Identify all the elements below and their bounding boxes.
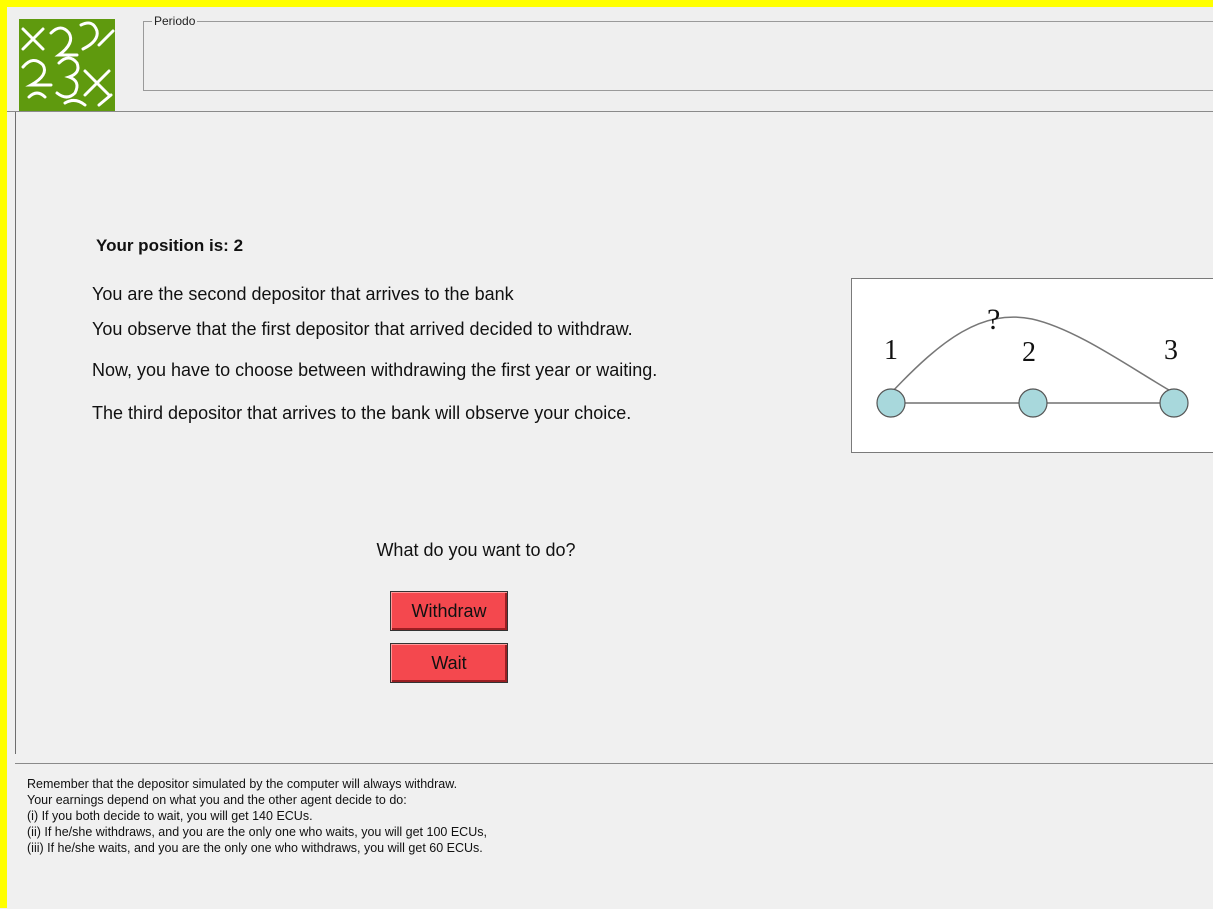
logo-pattern-icon xyxy=(21,21,115,107)
instruction-line-5: (iii) If he/she waits, and you are the o… xyxy=(27,841,483,855)
question-mark: ? xyxy=(987,303,1000,336)
depositor-node-1 xyxy=(876,388,906,418)
node-label-1: 1 xyxy=(884,335,898,366)
instruction-line-4: (ii) If he/she withdraws, and you are th… xyxy=(27,825,487,839)
yellow-frame-left xyxy=(0,0,7,908)
wait-button[interactable]: Wait xyxy=(390,643,508,683)
instructions-panel: Remember that the depositor simulated by… xyxy=(15,763,1213,909)
periodo-label: Periodo xyxy=(152,14,198,28)
depositor-node-3 xyxy=(1159,388,1189,418)
node-label-2: 2 xyxy=(1022,337,1036,368)
depositor-node-2 xyxy=(1018,388,1048,418)
info-line-4: The third depositor that arrives to the … xyxy=(92,403,632,423)
withdraw-button[interactable]: Withdraw xyxy=(390,591,508,631)
logo xyxy=(19,19,115,111)
depositor-network-diagram: 1 2 3 ? xyxy=(876,303,1189,418)
decision-question: What do you want to do? xyxy=(376,540,576,560)
info-line-1: You are the second depositor that arrive… xyxy=(92,284,514,304)
instruction-line-3: (i) If you both decide to wait, you will… xyxy=(27,809,313,823)
periodo-group: Periodo xyxy=(143,14,1213,91)
depositor-diagram: 1 2 3 ? xyxy=(851,278,1213,453)
main-panel: Your position is: 2 You are the second d… xyxy=(15,112,1213,754)
yellow-frame-top xyxy=(0,0,1213,7)
info-line-3: Now, you have to choose between withdraw… xyxy=(92,360,658,380)
position-title: Your position is: 2 xyxy=(96,236,244,255)
info-line-2: You observe that the first depositor tha… xyxy=(92,319,633,339)
instruction-line-2: Your earnings depend on what you and the… xyxy=(27,793,407,807)
instruction-line-1: Remember that the depositor simulated by… xyxy=(27,777,458,791)
node-label-3: 3 xyxy=(1164,335,1178,366)
header: Periodo xyxy=(7,7,1213,112)
